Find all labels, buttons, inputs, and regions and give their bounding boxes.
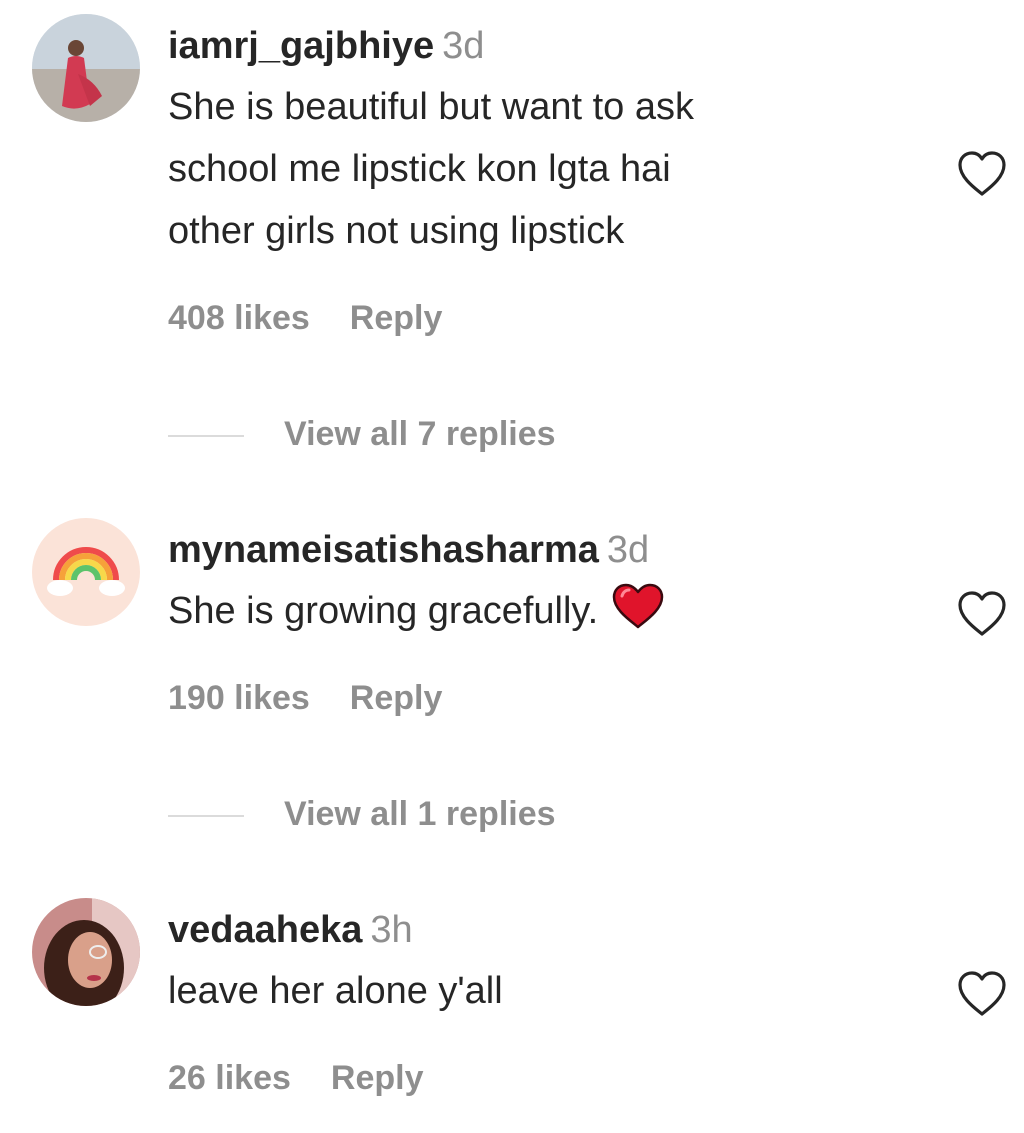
view-replies-link[interactable]: View all 7 replies bbox=[168, 412, 556, 456]
timestamp[interactable]: 3d bbox=[607, 529, 649, 571]
divider bbox=[168, 815, 244, 818]
comment-text-line: She is growing gracefully. bbox=[168, 580, 928, 648]
rainbow-icon bbox=[32, 518, 140, 626]
likes-count[interactable]: 190 likes bbox=[168, 679, 310, 717]
view-replies-label: View all 1 replies bbox=[284, 795, 556, 833]
comment-text-line: other girls not using lipstick bbox=[168, 210, 625, 252]
view-replies-label: View all 7 replies bbox=[284, 415, 556, 453]
comment-text-content: She is growing gracefully. bbox=[168, 590, 599, 632]
avatar[interactable] bbox=[32, 14, 140, 122]
likes-count[interactable]: 26 likes bbox=[168, 1059, 291, 1097]
reply-button[interactable]: Reply bbox=[350, 299, 443, 337]
username[interactable]: iamrj_gajbhiye bbox=[168, 25, 434, 67]
comment-text: She is growing gracefully. bbox=[168, 580, 928, 648]
reply-button[interactable]: Reply bbox=[350, 679, 443, 717]
like-button[interactable] bbox=[956, 150, 1008, 198]
comment-text-line: She is beautiful but want to ask bbox=[168, 86, 694, 128]
username[interactable]: vedaaheka bbox=[168, 909, 362, 951]
red-heart-emoji-icon bbox=[612, 583, 664, 648]
timestamp[interactable]: 3h bbox=[370, 909, 412, 951]
comment-text-line: leave her alone y'all bbox=[168, 970, 503, 1012]
username[interactable]: mynameisatishasharma bbox=[168, 529, 599, 571]
view-replies-link[interactable]: View all 1 replies bbox=[168, 792, 556, 836]
like-button[interactable] bbox=[956, 590, 1008, 638]
comment-text-line: school me lipstick kon lgta hai bbox=[168, 148, 671, 190]
comment-meta: 408 likes Reply bbox=[168, 296, 442, 340]
like-button[interactable] bbox=[956, 970, 1008, 1018]
heart-outline-icon bbox=[958, 151, 1006, 196]
comment-text: She is beautiful but want to ask school … bbox=[168, 76, 928, 262]
divider bbox=[168, 435, 244, 438]
reply-button[interactable]: Reply bbox=[331, 1059, 424, 1097]
likes-count[interactable]: 408 likes bbox=[168, 299, 310, 337]
comment-meta: 190 likes Reply bbox=[168, 676, 442, 720]
heart-outline-icon bbox=[958, 971, 1006, 1016]
avatar[interactable] bbox=[32, 898, 140, 1006]
timestamp[interactable]: 3d bbox=[442, 25, 484, 67]
heart-outline-icon bbox=[958, 591, 1006, 636]
comment-text: leave her alone y'all bbox=[168, 960, 928, 1022]
avatar[interactable] bbox=[32, 518, 140, 626]
comment-meta: 26 likes Reply bbox=[168, 1056, 423, 1100]
